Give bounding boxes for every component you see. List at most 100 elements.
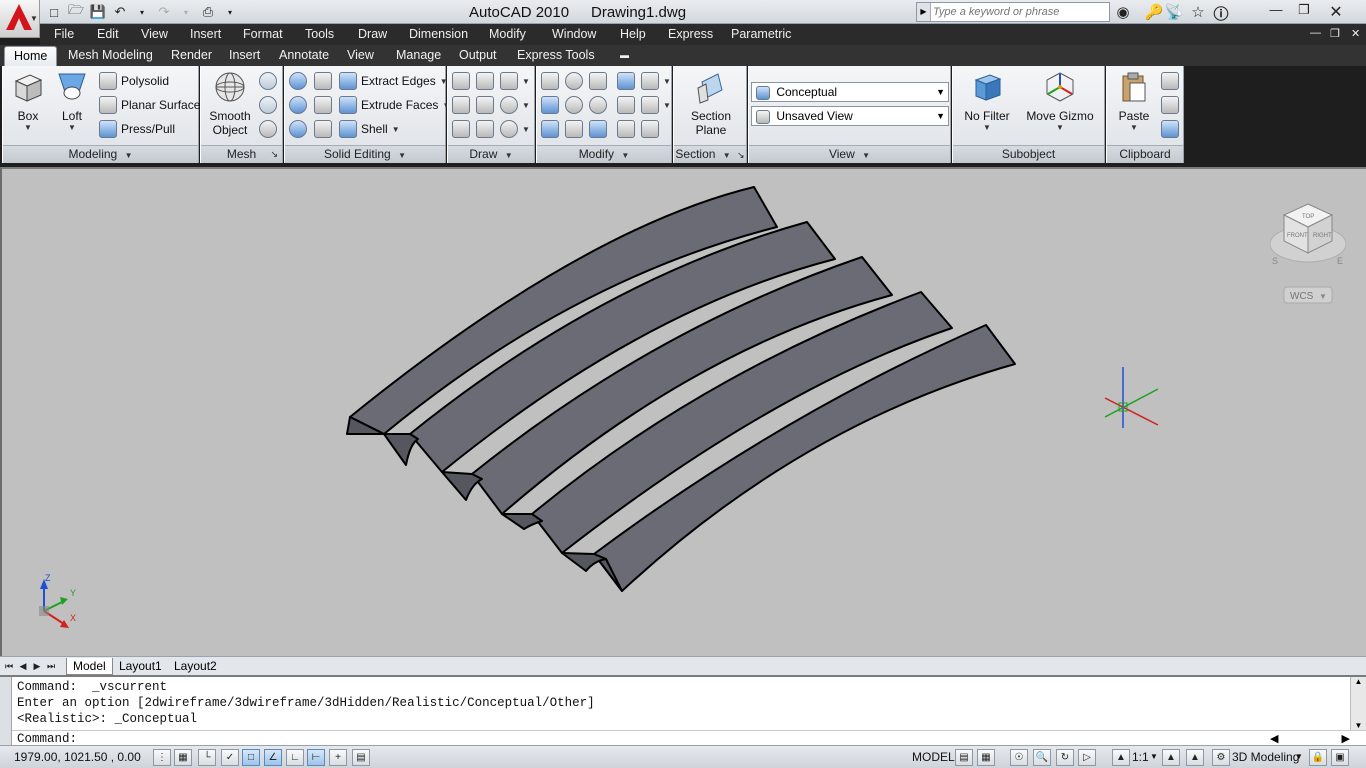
box-button[interactable]: Box ▼ [7, 70, 49, 132]
modify-tool-5[interactable]: ▼ [641, 70, 671, 92]
move-gizmo-button[interactable]: Move Gizmo ▼ [1023, 70, 1097, 132]
scroll-up-icon[interactable]: ▲ [1351, 677, 1366, 686]
modify-tool-10[interactable]: ▼ [641, 94, 671, 116]
polygon-button[interactable] [452, 118, 474, 140]
modify-tool-8[interactable] [589, 94, 611, 116]
intersect-button[interactable] [289, 118, 311, 140]
panel-title-mesh[interactable]: Mesh ↘ [201, 145, 282, 163]
modify-tool-12[interactable] [565, 118, 587, 140]
tab-insert[interactable]: Insert [229, 48, 260, 62]
planar-surface-button[interactable]: Planar Surface [99, 94, 200, 116]
restore-window-button[interactable]: ❐ [1290, 2, 1318, 20]
layout-tab-layout1[interactable]: Layout1 [113, 658, 168, 675]
communication-center-icon[interactable]: 📡 [1164, 3, 1184, 21]
grid-display-toggle[interactable]: ▦ [174, 749, 192, 766]
arc-button[interactable]: ▼ [500, 70, 530, 92]
rectangle-button[interactable] [476, 118, 498, 140]
annotation-scale-icon[interactable]: ▲ [1112, 749, 1130, 766]
application-menu-button[interactable]: ▼ [0, 0, 40, 38]
save-icon[interactable]: 💾 [88, 2, 108, 22]
scroll-left-icon[interactable]: ◀ [1270, 732, 1278, 745]
scroll-down-icon[interactable]: ▼ [1351, 721, 1366, 730]
plot-icon[interactable]: ⎙ [198, 2, 218, 22]
object-snap-tracking-toggle[interactable]: ∟ [286, 749, 304, 766]
tab-view[interactable]: View [347, 48, 374, 62]
binoculars-icon[interactable]: ◉ [1113, 3, 1133, 21]
tab-home[interactable]: Home [4, 46, 58, 67]
search-expand-icon[interactable]: ▶ [917, 3, 931, 21]
quick-view-drawings-icon[interactable]: ▦ [977, 749, 995, 766]
command-history-scrollbar[interactable]: ▲ ▼ [1350, 677, 1366, 730]
interfere-button[interactable] [314, 70, 336, 92]
object-snap-toggle[interactable]: □ [242, 749, 260, 766]
new-file-icon[interactable]: □ [44, 2, 64, 22]
menu-draw[interactable]: Draw [358, 27, 387, 41]
thicken-button[interactable] [314, 118, 336, 140]
corrugated-roof-solid[interactable] [346, 186, 1016, 592]
open-file-icon[interactable]: 🗁 [66, 2, 86, 22]
menu-insert[interactable]: Insert [190, 27, 221, 41]
workspace-gear-icon[interactable]: ⚙ [1212, 749, 1230, 766]
close-window-button[interactable]: ✕ [1322, 2, 1350, 21]
menu-modify[interactable]: Modify [489, 27, 526, 41]
qat-customize-icon[interactable]: ▾ [220, 2, 240, 22]
tab-express-tools[interactable]: Express Tools [517, 48, 595, 62]
zoom-icon[interactable]: 🔍 [1033, 749, 1051, 766]
modify-tool-1[interactable] [541, 70, 563, 92]
menu-edit[interactable]: Edit [97, 27, 119, 41]
menu-help[interactable]: Help [620, 27, 646, 41]
press-pull-button[interactable]: Press/Pull [99, 118, 175, 140]
menu-view[interactable]: View [141, 27, 168, 41]
modify-tool-7[interactable] [565, 94, 587, 116]
next-layout-icon[interactable]: ▶ [31, 659, 43, 673]
helix-button[interactable] [476, 70, 498, 92]
line-button[interactable] [476, 94, 498, 116]
orbit-icon[interactable]: ↻ [1056, 749, 1074, 766]
panel-title-modify[interactable]: Modify ▼ [537, 145, 671, 163]
quick-view-layouts-icon[interactable]: ▤ [955, 749, 973, 766]
modify-tool-3[interactable] [589, 70, 611, 92]
first-layout-icon[interactable]: ⏮ [3, 659, 15, 673]
subscription-key-icon[interactable]: 🔑 [1144, 3, 1164, 21]
menu-format[interactable]: Format [243, 27, 283, 41]
modify-tool-4[interactable] [617, 70, 639, 92]
command-window-grip[interactable] [0, 677, 12, 747]
mesh-smooth-less-button[interactable] [259, 94, 281, 116]
panel-title-modeling[interactable]: Modeling ▼ [3, 145, 198, 163]
quick-properties-toggle[interactable]: ▤ [352, 749, 370, 766]
circle-button[interactable]: ▼ [500, 94, 530, 116]
auto-scale-icon[interactable]: ▲ [1186, 749, 1204, 766]
modify-tool-2[interactable] [565, 70, 587, 92]
named-view-dropdown[interactable]: Unsaved View ▼ [751, 106, 949, 126]
viewcube[interactable]: TOP FRONT RIGHT S E [1269, 203, 1347, 266]
panel-title-solid-editing[interactable]: Solid Editing ▼ [285, 145, 445, 163]
ribbon-minimize-icon[interactable]: ▬ [620, 50, 629, 60]
dynamic-ucs-toggle[interactable]: ⊢ [307, 749, 325, 766]
polar-tracking-toggle[interactable]: ✓ [221, 749, 239, 766]
panel-title-subobject[interactable]: Subobject [953, 145, 1104, 163]
modify-tool-13[interactable] [589, 118, 611, 140]
3d-object-snap-toggle[interactable]: ∠ [264, 749, 282, 766]
favorites-star-icon[interactable]: ☆ [1188, 3, 1208, 21]
chevron-down-icon[interactable]: ▼ [1295, 752, 1303, 761]
minimize-window-button[interactable]: — [1262, 2, 1290, 20]
tab-mesh-modeling[interactable]: Mesh Modeling [68, 48, 153, 62]
last-layout-icon[interactable]: ⏭ [45, 659, 57, 673]
slice-button[interactable] [314, 94, 336, 116]
redo-icon[interactable]: ↷ [154, 2, 174, 22]
showmotion-icon[interactable]: ▷ [1078, 749, 1096, 766]
modify-tool-11[interactable] [541, 118, 563, 140]
no-filter-button[interactable]: No Filter ▼ [959, 70, 1015, 132]
polysolid-button[interactable]: Polysolid [99, 70, 169, 92]
ellipse-button[interactable]: ▼ [500, 118, 530, 140]
menu-file[interactable]: File [54, 27, 74, 41]
menu-tools[interactable]: Tools [305, 27, 334, 41]
modify-tool-14[interactable] [617, 118, 639, 140]
coordinate-readout[interactable]: 1979.00, 1021.50 , 0.00 [14, 750, 141, 764]
annotation-scale-value[interactable]: 1:1 [1132, 750, 1149, 764]
visual-style-dropdown[interactable]: Conceptual ▼ [751, 82, 949, 102]
tab-annotate[interactable]: Annotate [279, 48, 329, 62]
tab-output[interactable]: Output [459, 48, 497, 62]
subtract-button[interactable] [289, 94, 311, 116]
undo-dropdown-icon[interactable]: ▾ [132, 2, 152, 22]
